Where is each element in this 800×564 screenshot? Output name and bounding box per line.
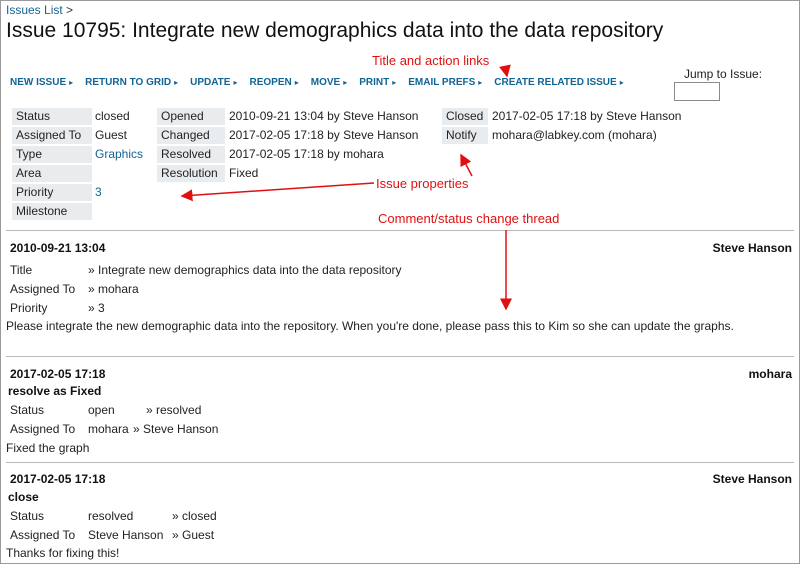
update-link[interactable]: UPDATE ▸ <box>190 77 237 88</box>
comment-field-new: » Steve Hanson <box>133 422 219 436</box>
resolved-label: Resolved <box>157 146 225 163</box>
move-link[interactable]: MOVE ▸ <box>311 77 347 88</box>
jump-to-issue-input[interactable] <box>674 82 720 101</box>
type-value-link[interactable]: Graphics <box>95 146 143 163</box>
comment-author: mohara <box>748 367 792 381</box>
notify-value: mohara@labkey.com (mohara) <box>492 128 657 142</box>
comment-field-old: open <box>88 403 115 417</box>
opened-label: Opened <box>157 108 225 125</box>
comment-divider <box>6 462 794 463</box>
comment-field-label: Status <box>10 403 45 417</box>
breadcrumb-separator: > <box>66 3 74 17</box>
update-label: UPDATE <box>190 77 231 88</box>
chevron-right-icon: ▸ <box>343 78 348 87</box>
chevron-right-icon: ▸ <box>619 78 624 87</box>
return-to-grid-link[interactable]: RETURN TO GRID ▸ <box>85 77 178 88</box>
milestone-label: Milestone <box>12 203 92 220</box>
page-title: Issue 10795: Integrate new demographics … <box>6 19 664 42</box>
comment-field-label: Assigned To <box>10 422 76 436</box>
create-related-issue-link[interactable]: CREATE RELATED ISSUE ▸ <box>494 77 623 88</box>
annotation-title-links: Title and action links <box>372 53 490 68</box>
comment-field-label: Title <box>10 263 33 277</box>
notify-label: Notify <box>442 127 488 144</box>
return-to-grid-label: RETURN TO GRID <box>85 77 172 88</box>
comment-action: close <box>8 490 39 504</box>
comment-field-label: Status <box>10 509 45 523</box>
comment-field-new: » closed <box>172 509 217 523</box>
chevron-right-icon: ▸ <box>392 78 397 87</box>
comment-field-new: » resolved <box>146 403 202 417</box>
comment-field-value: » 3 <box>88 301 105 315</box>
chevron-right-icon: ▸ <box>174 78 179 87</box>
comment-date: 2010-09-21 13:04 <box>10 241 106 255</box>
create-related-issue-label: CREATE RELATED ISSUE <box>494 77 617 88</box>
chevron-right-icon: ▸ <box>294 78 299 87</box>
comment-field-value: » mohara <box>88 282 139 296</box>
breadcrumb: Issues List > <box>6 3 73 17</box>
status-label: Status <box>12 108 92 125</box>
priority-value-link[interactable]: 3 <box>95 184 102 201</box>
resolved-value: 2017-02-05 17:18 by mohara <box>229 147 384 161</box>
priority-label: Priority <box>12 184 92 201</box>
comment-field-label: Priority <box>10 301 48 315</box>
assigned-to-value: Guest <box>95 128 128 142</box>
resolution-value: Fixed <box>229 166 259 180</box>
comment-field-label: Assigned To <box>10 282 76 296</box>
jump-to-issue-label: Jump to Issue: <box>684 67 763 81</box>
action-toolbar: NEW ISSUE ▸ RETURN TO GRID ▸ UPDATE ▸ REOPE… <box>10 77 636 88</box>
comment-field-value: » Integrate new demographics data into t… <box>88 263 402 277</box>
annotation-issue-properties: Issue properties <box>376 176 469 191</box>
resolution-label: Resolution <box>157 165 225 182</box>
email-prefs-label: EMAIL PREFS <box>408 77 476 88</box>
comment-field-old: Steve Hanson <box>88 528 164 542</box>
closed-label: Closed <box>442 108 488 125</box>
opened-value: 2010-09-21 13:04 by Steve Hanson <box>229 109 419 123</box>
thread-divider <box>6 230 794 231</box>
print-link[interactable]: PRINT ▸ <box>359 77 396 88</box>
assigned-to-label: Assigned To <box>12 127 92 144</box>
new-issue-link[interactable]: NEW ISSUE ▸ <box>10 77 73 88</box>
comment-author: Steve Hanson <box>712 472 792 486</box>
comment-field-old: mohara <box>88 422 129 436</box>
chevron-right-icon: ▸ <box>69 78 74 87</box>
comment-date: 2017-02-05 17:18 <box>10 472 106 486</box>
email-prefs-link[interactable]: EMAIL PREFS ▸ <box>408 77 482 88</box>
print-label: PRINT <box>359 77 390 88</box>
comment-message: Thanks for fixing this! <box>6 546 120 560</box>
comment-action: resolve as Fixed <box>8 384 102 398</box>
annotation-comment-thread: Comment/status change thread <box>378 211 560 226</box>
comment-message: Fixed the graph <box>6 441 90 455</box>
comment-author: Steve Hanson <box>712 241 792 255</box>
chevron-right-icon: ▸ <box>478 78 483 87</box>
comment-field-label: Assigned To <box>10 528 76 542</box>
status-value: closed <box>95 109 130 123</box>
closed-value: 2017-02-05 17:18 by Steve Hanson <box>492 109 682 123</box>
area-label: Area <box>12 165 92 182</box>
changed-value: 2017-02-05 17:18 by Steve Hanson <box>229 128 419 142</box>
reopen-label: REOPEN <box>249 77 292 88</box>
move-label: MOVE <box>310 77 341 88</box>
changed-label: Changed <box>157 127 225 144</box>
comment-field-new: » Guest <box>172 528 215 542</box>
type-label: Type <box>12 146 92 163</box>
comment-field-old: resolved <box>88 509 134 523</box>
comment-divider <box>6 356 794 357</box>
breadcrumb-issues-list-link[interactable]: Issues List <box>6 3 63 17</box>
new-issue-label: NEW ISSUE <box>10 77 67 88</box>
comment-date: 2017-02-05 17:18 <box>10 367 106 381</box>
chevron-right-icon: ▸ <box>233 78 238 87</box>
reopen-link[interactable]: REOPEN ▸ <box>249 77 298 88</box>
comment-message: Please integrate the new demographic dat… <box>6 319 734 333</box>
